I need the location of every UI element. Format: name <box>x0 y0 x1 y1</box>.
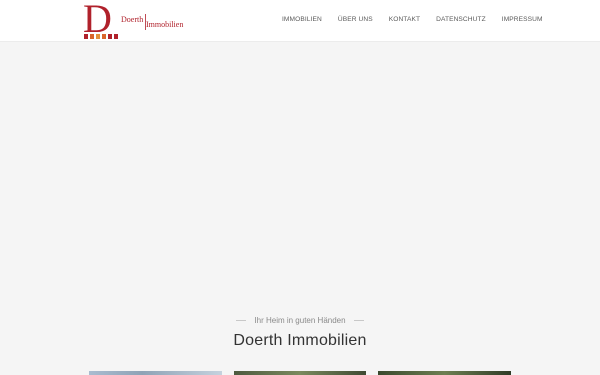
property-thumbnail[interactable] <box>89 371 222 375</box>
tagline-row: Ihr Heim in guten Händen <box>0 316 600 325</box>
property-thumbnail[interactable] <box>234 371 366 375</box>
logo-line2: Immobilien <box>146 20 183 29</box>
logo-link[interactable]: D Doerth Immobilien <box>83 2 188 42</box>
property-thumbnail[interactable] <box>378 371 511 375</box>
doerth-logo: D Doerth Immobilien <box>83 2 183 41</box>
tagline-divider-right <box>353 320 364 321</box>
nav-item-datenschutz[interactable]: DATENSCHUTZ <box>436 16 486 23</box>
nav-item-immobilien[interactable]: IMMOBILIEN <box>282 16 322 23</box>
tagline-divider-left <box>236 320 247 321</box>
logo-line1: Doerth <box>121 15 143 24</box>
main-nav: IMMOBILIEN ÜBER UNS KONTAKT DATENSCHUTZ … <box>282 16 559 23</box>
nav-item-impressum[interactable]: IMPRESSUM <box>502 16 543 23</box>
tagline: Ihr Heim in guten Händen <box>254 316 346 325</box>
nav-item-ueber-uns[interactable]: ÜBER UNS <box>338 16 373 23</box>
section-title: Doerth Immobilien <box>233 332 367 349</box>
hero-area <box>0 42 600 304</box>
site-header: D Doerth Immobilien IMMOBILIEN ÜBER UNS … <box>0 0 600 42</box>
nav-item-kontakt[interactable]: KONTAKT <box>389 16 420 23</box>
